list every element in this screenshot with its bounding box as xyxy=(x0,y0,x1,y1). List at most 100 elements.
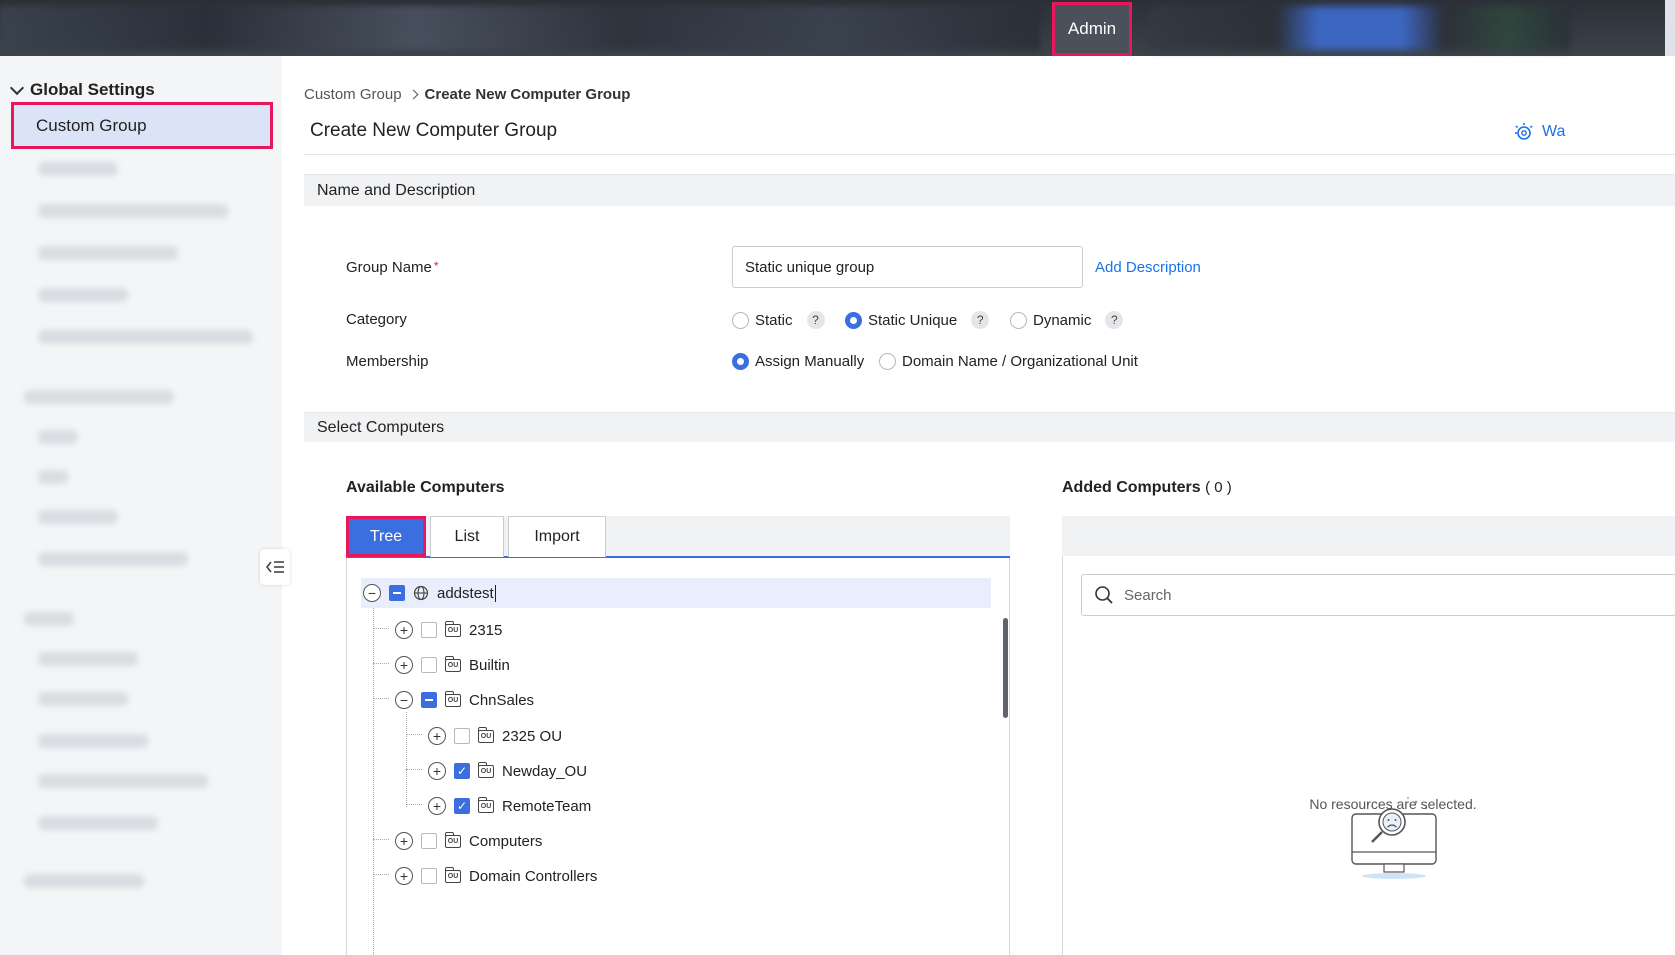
category-radio-dynamic[interactable]: Dynamic ? xyxy=(1010,311,1124,329)
tree-connector xyxy=(373,698,389,699)
added-computers-header xyxy=(1062,516,1675,556)
tree-connector xyxy=(373,628,389,629)
blurred-sidebar-item xyxy=(38,652,138,666)
category-radio-static-unique[interactable]: Static Unique ? xyxy=(845,311,990,329)
blurred-sidebar-item xyxy=(38,510,118,524)
expand-icon[interactable]: + xyxy=(395,832,413,850)
sidebar-section-global-settings[interactable]: Global Settings xyxy=(9,80,155,100)
tab-tree[interactable]: Tree xyxy=(346,516,426,557)
help-icon[interactable]: ? xyxy=(806,311,825,329)
tree-node-newday-ou[interactable]: + ✓ OU Newday_OU xyxy=(428,756,587,786)
breadcrumb: Custom Group Create New Computer Group xyxy=(304,86,630,103)
search-input[interactable]: Search xyxy=(1081,574,1675,616)
expand-icon[interactable]: + xyxy=(428,727,446,745)
blurred-sidebar-item xyxy=(38,552,188,566)
radio-button-selected[interactable] xyxy=(732,353,749,370)
added-computers-label: Added Computers xyxy=(1062,479,1201,496)
membership-radio-domain-ou[interactable]: Domain Name / Organizational Unit xyxy=(879,353,1138,370)
expand-icon[interactable]: + xyxy=(428,797,446,815)
tab-list[interactable]: List xyxy=(430,516,504,557)
group-name-value: Static unique group xyxy=(745,258,875,276)
checkbox-checked[interactable]: ✓ xyxy=(454,798,470,814)
available-computers-title: Available Computers xyxy=(346,479,505,496)
help-icon[interactable]: ? xyxy=(1105,311,1124,329)
tree-node-remoteteam[interactable]: + ✓ OU RemoteTeam xyxy=(428,791,591,821)
radio-label: Domain Name / Organizational Unit xyxy=(902,353,1138,370)
tree-connector xyxy=(406,712,407,807)
tree-node-chnsales[interactable]: − OU ChnSales xyxy=(395,685,534,715)
radio-label: Assign Manually xyxy=(755,353,865,370)
ou-folder-icon: OU xyxy=(478,796,494,813)
blurred-sidebar-item xyxy=(38,816,158,830)
expand-icon[interactable]: + xyxy=(428,762,446,780)
expand-icon[interactable]: + xyxy=(395,656,413,674)
checkbox-partial[interactable] xyxy=(389,585,405,601)
tree-connector xyxy=(373,874,389,875)
breadcrumb-current: Create New Computer Group xyxy=(424,86,631,103)
add-description-link[interactable]: Add Description xyxy=(1095,259,1201,276)
checkbox-checked[interactable]: ✓ xyxy=(454,763,470,779)
chevron-down-icon xyxy=(9,80,25,95)
radio-button[interactable] xyxy=(732,311,749,329)
ou-folder-icon: OU xyxy=(445,620,461,637)
blurred-nav-items xyxy=(0,6,1040,50)
tab-admin[interactable]: Admin xyxy=(1052,2,1132,56)
tree-node-addstest[interactable]: − addstest xyxy=(361,578,991,608)
radio-button[interactable] xyxy=(879,353,896,370)
wizard-link-label: Wa xyxy=(1542,123,1566,140)
membership-label: Membership xyxy=(346,353,429,370)
tree-connector xyxy=(373,839,389,840)
tree-node-label: 2325 OU xyxy=(502,727,563,745)
tree-node-label: Computers xyxy=(469,832,543,850)
tab-import[interactable]: Import xyxy=(508,516,606,557)
ou-folder-icon: OU xyxy=(445,866,461,883)
sidebar-item-custom-group[interactable]: Custom Group xyxy=(11,102,273,149)
search-icon xyxy=(1095,586,1113,604)
expand-icon[interactable]: + xyxy=(395,867,413,885)
tree-node-2325-ou[interactable]: + OU 2325 OU xyxy=(428,721,562,751)
category-label: Category xyxy=(346,311,407,328)
empty-state-message: No resources are selected. xyxy=(1309,796,1477,812)
group-name-label: Group Name * xyxy=(346,259,439,276)
category-radio-static[interactable]: Static ? xyxy=(732,311,825,329)
checkbox[interactable] xyxy=(421,868,437,884)
tree-connector xyxy=(406,804,422,805)
section-select-computers: Select Computers xyxy=(304,412,1675,442)
checkbox[interactable] xyxy=(421,622,437,638)
tree-node-builtin[interactable]: + OU Builtin xyxy=(395,650,510,680)
membership-radio-assign-manually[interactable]: Assign Manually xyxy=(732,353,864,370)
checkbox[interactable] xyxy=(454,728,470,744)
group-name-input[interactable]: Static unique group xyxy=(732,246,1083,288)
help-icon[interactable]: ? xyxy=(971,311,990,329)
radio-label: Static Unique xyxy=(868,311,958,329)
blurred-sidebar-item xyxy=(38,430,78,444)
wizard-link[interactable]: Wa xyxy=(1512,120,1565,144)
checkbox[interactable] xyxy=(421,657,437,673)
checkbox[interactable] xyxy=(421,833,437,849)
top-nav-bar: Admin xyxy=(0,0,1675,56)
left-sidebar: Global Settings Custom Group xyxy=(0,56,290,955)
collapse-icon[interactable]: − xyxy=(363,584,381,602)
tree-node-label: ChnSales xyxy=(469,691,535,709)
radio-label: Static xyxy=(755,311,793,329)
collapse-icon[interactable]: − xyxy=(395,691,413,709)
blurred-sidebar-item xyxy=(38,204,228,218)
tree-node-computers[interactable]: + OU Computers xyxy=(395,826,542,856)
expand-icon[interactable]: + xyxy=(395,621,413,639)
group-name-label-text: Group Name xyxy=(346,259,432,276)
radio-button-selected[interactable] xyxy=(845,311,862,329)
sidebar-section-label: Global Settings xyxy=(30,80,155,99)
section-name-description: Name and Description xyxy=(304,174,1675,206)
tree-node-domain-controllers[interactable]: + OU Domain Controllers xyxy=(395,861,597,891)
tree-node-2315[interactable]: + OU 2315 xyxy=(395,615,502,645)
radio-label: Dynamic xyxy=(1033,311,1092,329)
tree-scrollbar[interactable] xyxy=(1003,618,1008,718)
blurred-sidebar-item xyxy=(38,162,118,176)
ou-folder-icon: OU xyxy=(478,726,494,743)
blurred-sidebar-header xyxy=(24,390,174,404)
blurred-sidebar-item xyxy=(38,288,128,302)
breadcrumb-custom-group[interactable]: Custom Group xyxy=(304,86,402,103)
checkbox-partial[interactable] xyxy=(421,692,437,708)
tree-node-label: RemoteTeam xyxy=(502,797,592,815)
radio-button[interactable] xyxy=(1010,311,1027,329)
